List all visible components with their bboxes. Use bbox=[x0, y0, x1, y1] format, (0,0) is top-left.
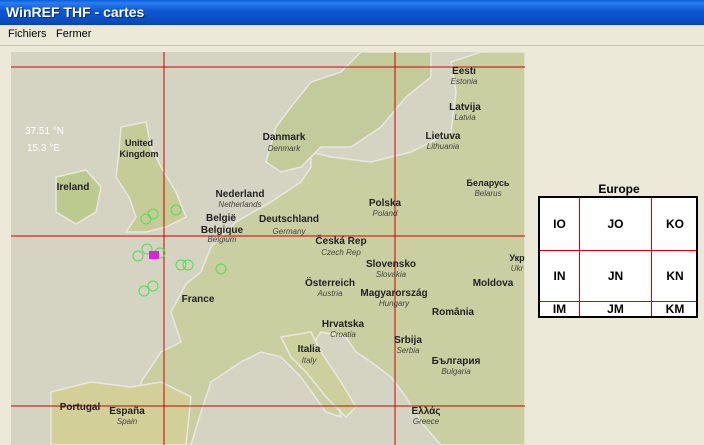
europe-locator-panel: Europe IO JO KO IN JN KN IM JM KM bbox=[538, 182, 700, 318]
country-sublabel: Croatia bbox=[330, 330, 356, 339]
menu-fermer[interactable]: Fermer bbox=[56, 28, 91, 40]
country-sublabel: Italy bbox=[302, 356, 318, 365]
title-bar: WinREF THF - cartes bbox=[0, 0, 704, 25]
square-ko[interactable]: KO bbox=[652, 198, 698, 250]
latitude-readout: 37.51 °N bbox=[25, 126, 64, 137]
country-label: Hrvatska bbox=[322, 319, 365, 330]
map-canvas[interactable]: 37.51 °N 15.3 °E Eesti Estonia Latvija L… bbox=[11, 52, 525, 445]
country-label: Italia bbox=[298, 344, 321, 355]
country-sublabel: Latvia bbox=[454, 113, 476, 122]
country-label: Укр bbox=[509, 253, 525, 263]
country-label: Deutschland bbox=[259, 214, 319, 225]
country-sublabel: Belgium bbox=[208, 235, 237, 244]
square-jn[interactable]: JN bbox=[580, 251, 651, 301]
country-label: Österreich bbox=[305, 276, 355, 289]
country-label: Nederland bbox=[216, 189, 265, 200]
country-label: Беларусь bbox=[467, 178, 510, 188]
country-sublabel: Bulgaria bbox=[441, 367, 471, 376]
country-label: United bbox=[125, 138, 153, 148]
country-sublabel: Estonia bbox=[451, 77, 478, 86]
country-label: Slovensko bbox=[366, 259, 416, 270]
square-kn[interactable]: KN bbox=[652, 251, 698, 301]
country-label: Kingdom bbox=[120, 149, 159, 159]
country-label: Magyarország bbox=[360, 288, 427, 299]
square-jm[interactable]: JM bbox=[580, 302, 651, 316]
square-km[interactable]: KM bbox=[652, 302, 698, 316]
square-io[interactable]: IO bbox=[540, 198, 579, 250]
country-label: España bbox=[109, 406, 145, 417]
square-jo[interactable]: JO bbox=[580, 198, 651, 250]
country-label: Polska bbox=[369, 198, 402, 209]
country-label: Eesti bbox=[452, 66, 476, 77]
country-sublabel: Germany bbox=[273, 227, 307, 236]
country-label: Danmark bbox=[263, 132, 306, 143]
country-sublabel: Hungary bbox=[379, 299, 410, 308]
country-label: België bbox=[206, 213, 236, 224]
square-in[interactable]: IN bbox=[540, 251, 579, 301]
country-label: Srbija bbox=[394, 335, 422, 346]
country-sublabel: Netherlands bbox=[218, 200, 261, 209]
country-sublabel: Czech Rep bbox=[321, 248, 361, 257]
europe-title: Europe bbox=[598, 182, 640, 196]
country-label: Lietuva bbox=[425, 131, 460, 142]
map-view[interactable]: 37.51 °N 15.3 °E Eesti Estonia Latvija L… bbox=[11, 52, 525, 445]
country-sublabel: Greece bbox=[413, 417, 440, 426]
country-sublabel: Denmark bbox=[268, 144, 301, 153]
country-label: France bbox=[182, 294, 215, 305]
menu-bar: Fichiers Fermer bbox=[0, 25, 704, 46]
country-sublabel: Poland bbox=[373, 209, 398, 218]
country-sublabel: Ukr bbox=[511, 264, 524, 273]
country-label: Moldova bbox=[473, 278, 514, 289]
country-label: България bbox=[432, 356, 481, 367]
country-label: Česká Rep bbox=[315, 234, 366, 247]
country-sublabel: Slovakia bbox=[376, 270, 407, 279]
country-sublabel: Spain bbox=[117, 417, 138, 426]
country-label: Latvija bbox=[449, 102, 481, 113]
country-sublabel: Belarus bbox=[474, 189, 501, 198]
country-sublabel: Austria bbox=[317, 289, 343, 298]
menu-fichiers[interactable]: Fichiers bbox=[8, 28, 47, 40]
locator-square-grid: IO JO KO IN JN KN IM JM KM bbox=[538, 196, 698, 318]
longitude-readout: 15.3 °E bbox=[27, 143, 60, 154]
square-im[interactable]: IM bbox=[540, 302, 579, 316]
country-label: Ireland bbox=[57, 182, 90, 193]
country-label: Ελλάς bbox=[411, 406, 440, 417]
country-sublabel: Serbia bbox=[396, 346, 420, 355]
country-label: România bbox=[432, 307, 475, 318]
window-title: WinREF THF - cartes bbox=[6, 4, 145, 20]
country-label: Portugal bbox=[60, 402, 101, 413]
selected-station-marker[interactable] bbox=[149, 251, 159, 259]
country-sublabel: Lithuania bbox=[427, 142, 460, 151]
